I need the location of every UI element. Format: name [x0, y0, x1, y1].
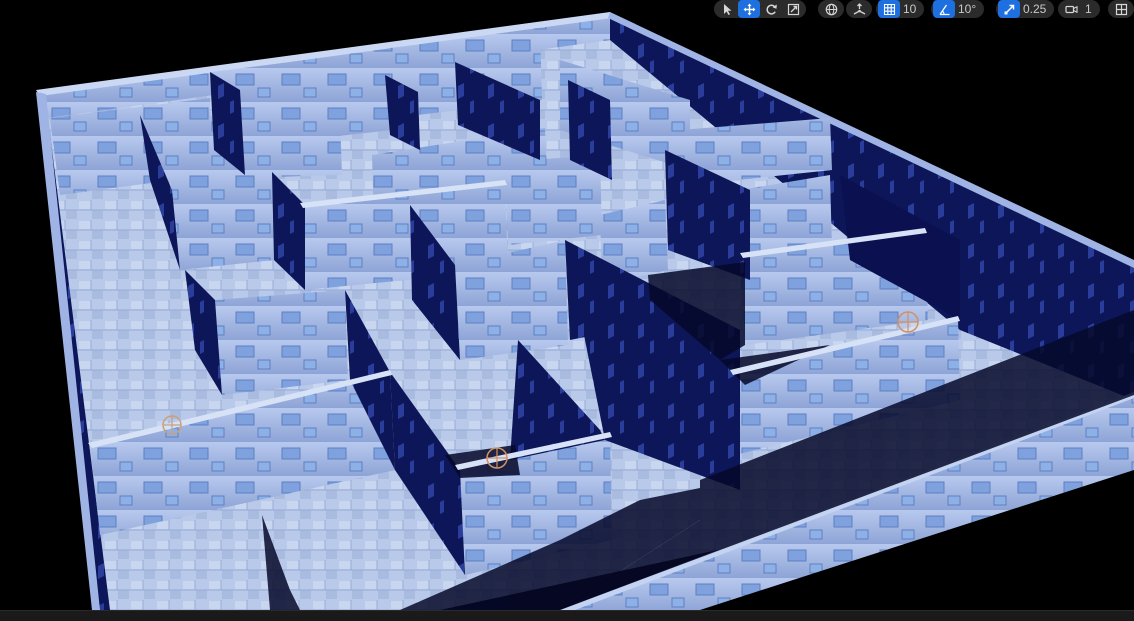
scale-snap-icon: [1003, 4, 1014, 15]
rotation-snap-group: 10°: [931, 0, 985, 18]
translate-icon: [743, 3, 755, 15]
scale-snap-group: 0.25: [996, 0, 1055, 18]
rotate-icon: [765, 4, 777, 15]
viewport-layout-icon: [1115, 3, 1127, 15]
translate-tool-button[interactable]: [738, 0, 760, 18]
scale-snap-toggle[interactable]: [998, 0, 1020, 18]
scale-tool-button[interactable]: [782, 0, 804, 18]
camera-speed-button[interactable]: [1060, 0, 1082, 18]
world-local-toggle[interactable]: [820, 0, 842, 18]
grid-snap-icon: [883, 3, 895, 15]
coordinate-space-group: [818, 0, 844, 18]
scale-snap-value[interactable]: 0.25: [1020, 0, 1052, 18]
actor-gizmo-1[interactable]: [162, 415, 182, 435]
level-viewport[interactable]: [0, 0, 1134, 610]
actor-gizmo-2[interactable]: [486, 447, 508, 469]
rotation-snap-toggle[interactable]: [933, 0, 955, 18]
grid-snap-group: 10: [876, 0, 925, 18]
surface-snap-button[interactable]: [848, 0, 870, 18]
scale-icon: [787, 3, 799, 15]
camera-speed-icon: [1064, 5, 1078, 13]
grid-snap-toggle[interactable]: [878, 0, 900, 18]
rotation-snap-value[interactable]: 10°: [955, 0, 982, 18]
select-tool-button[interactable]: [716, 0, 738, 18]
world-local-icon: [825, 3, 837, 15]
surface-snap-icon: [853, 2, 865, 15]
transform-tools-group: [714, 0, 806, 18]
actor-gizmo-3[interactable]: [897, 311, 919, 333]
grid-snap-value[interactable]: 10: [900, 0, 922, 18]
camera-speed-value[interactable]: 1: [1082, 0, 1098, 18]
viewport-bottom-bar: [0, 610, 1134, 621]
surface-snap-group: [846, 0, 872, 18]
select-icon: [723, 3, 731, 15]
rotation-snap-icon: [938, 4, 949, 15]
viewport-layout-button[interactable]: [1110, 0, 1132, 18]
rotate-tool-button[interactable]: [760, 0, 782, 18]
camera-speed-group: 1: [1058, 0, 1100, 18]
viewport-layout-group: [1108, 0, 1134, 18]
